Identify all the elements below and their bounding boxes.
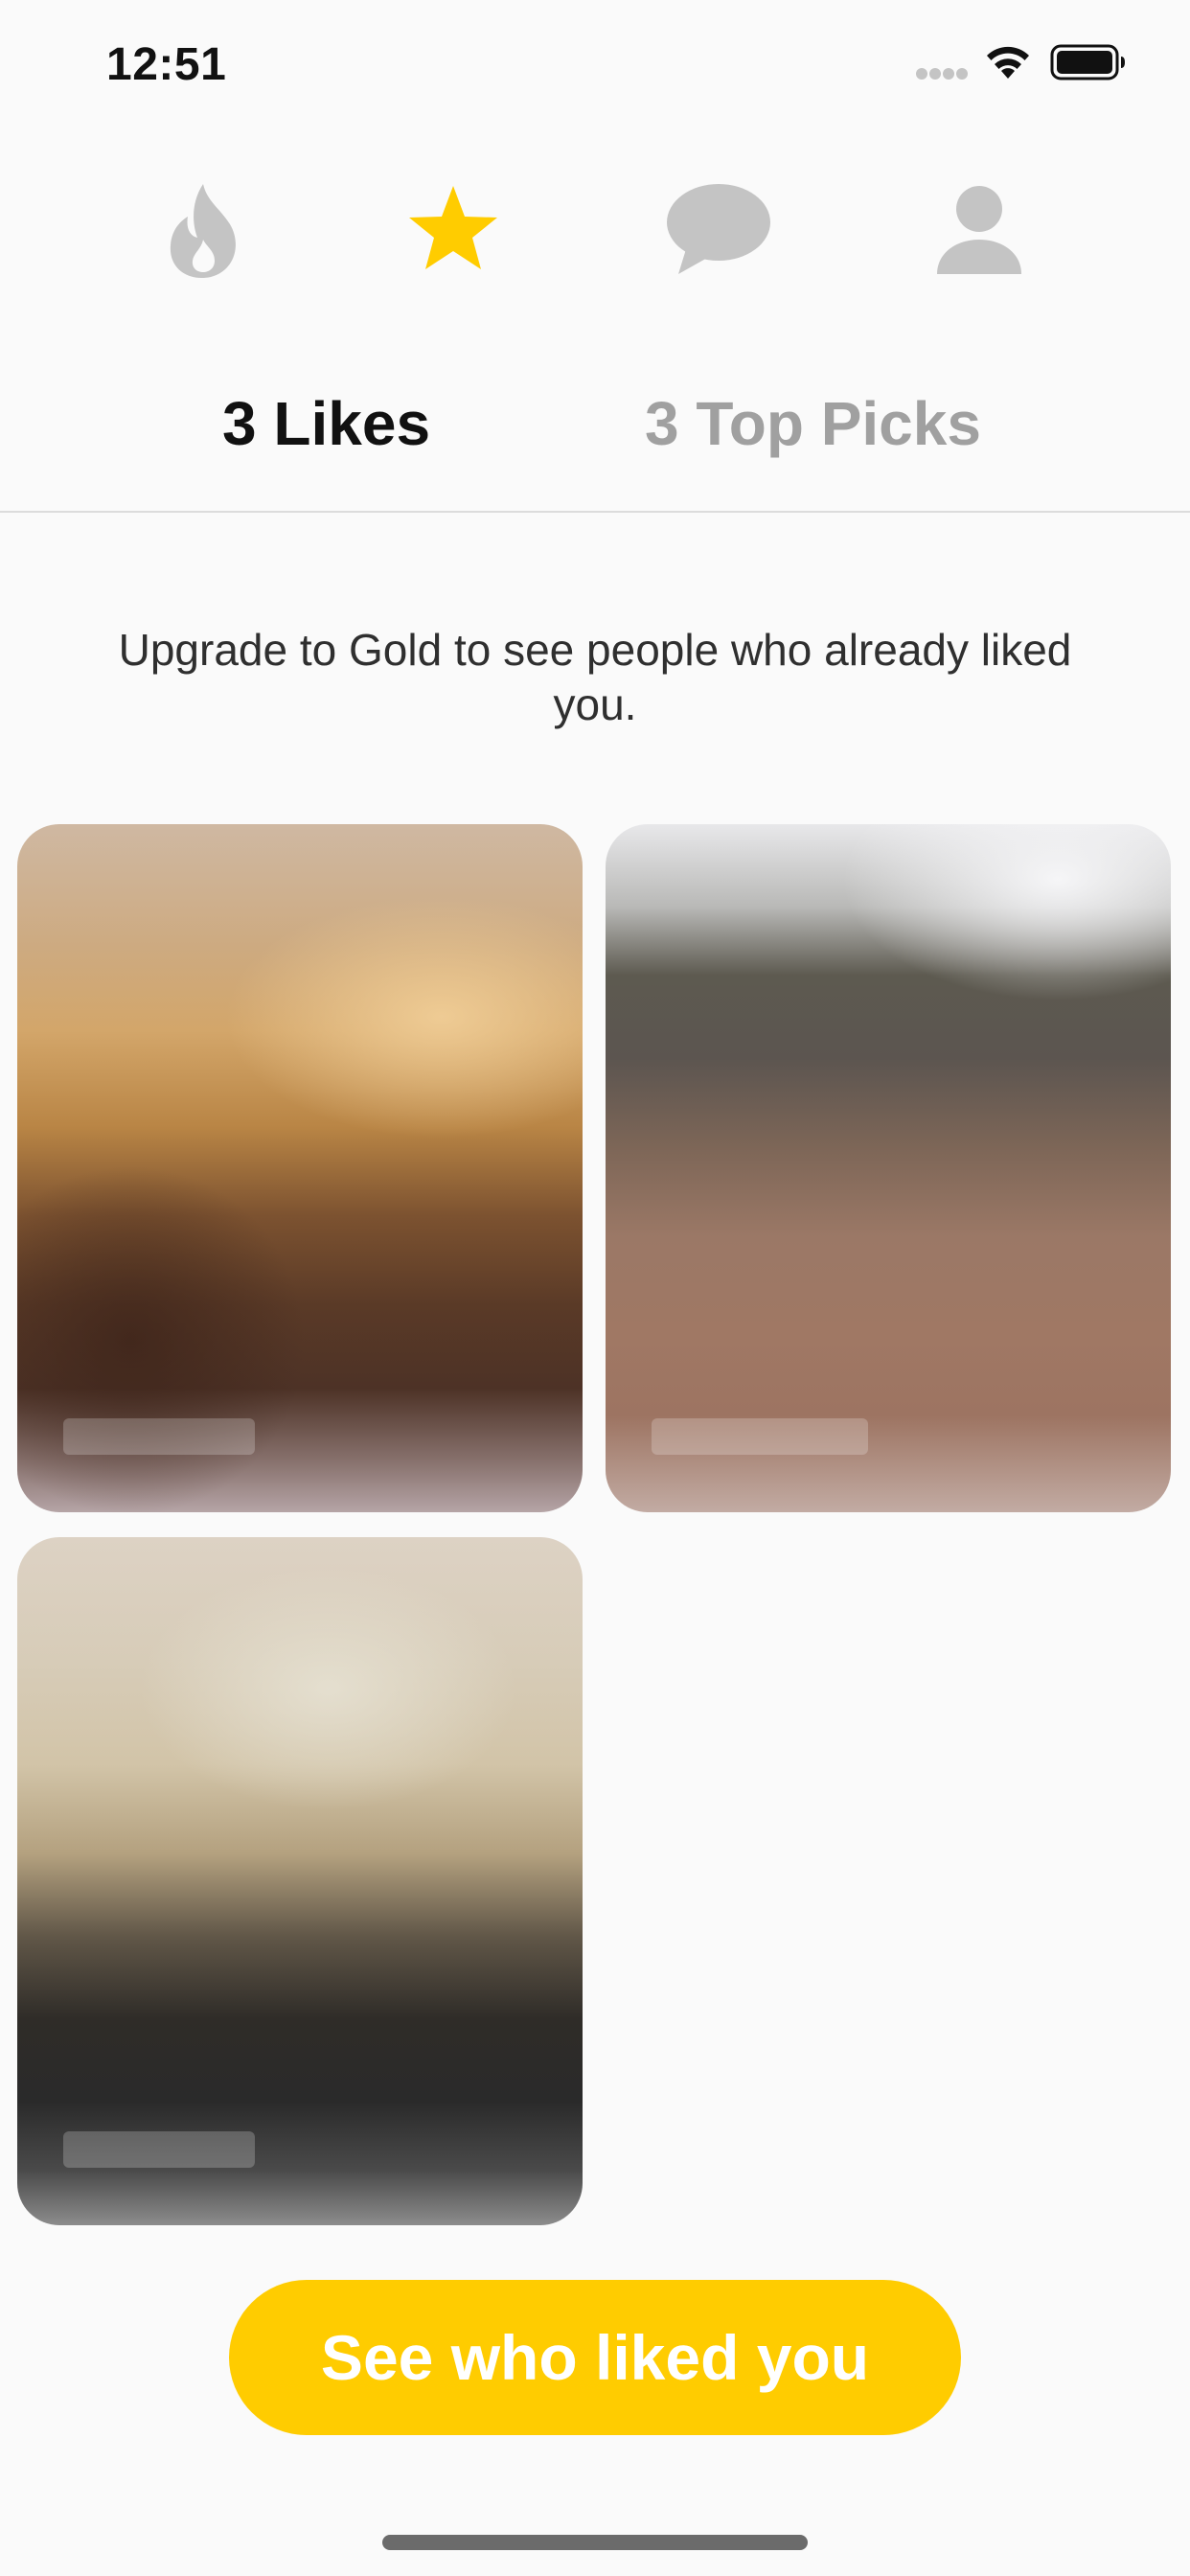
home-indicator[interactable]	[382, 2535, 808, 2550]
nav-messages[interactable]	[652, 163, 786, 297]
see-who-liked-you-button[interactable]: See who liked you	[229, 2280, 961, 2435]
flame-icon	[170, 184, 236, 279]
blurred-name-placeholder	[652, 1418, 868, 1455]
wifi-icon	[987, 46, 1029, 79]
battery-icon	[1050, 44, 1125, 80]
liked-profile-card[interactable]	[17, 1537, 583, 2225]
status-time: 12:51	[106, 39, 227, 90]
tab-likes[interactable]: 3 Likes	[222, 388, 430, 459]
nav-likes[interactable]	[386, 163, 520, 297]
profile-icon	[937, 186, 1021, 274]
status-bar: 12:51	[0, 0, 1190, 134]
nav-profile[interactable]	[912, 163, 1046, 297]
blurred-name-placeholder	[63, 2131, 255, 2168]
tab-top-picks[interactable]: 3 Top Picks	[645, 388, 981, 459]
blurred-name-placeholder	[63, 1418, 255, 1455]
signal-dots-icon	[916, 68, 968, 80]
liked-profile-card[interactable]	[606, 824, 1171, 1512]
likes-tabs: 3 Likes 3 Top Picks	[0, 388, 1190, 484]
star-icon	[409, 186, 497, 269]
liked-profile-card[interactable]	[17, 824, 583, 1512]
main-nav	[0, 163, 1190, 297]
chat-bubble-icon	[667, 184, 770, 274]
tabs-divider	[0, 511, 1190, 513]
upgrade-message: Upgrade to Gold to see people who alread…	[118, 625, 1072, 729]
nav-discover[interactable]	[136, 163, 270, 297]
